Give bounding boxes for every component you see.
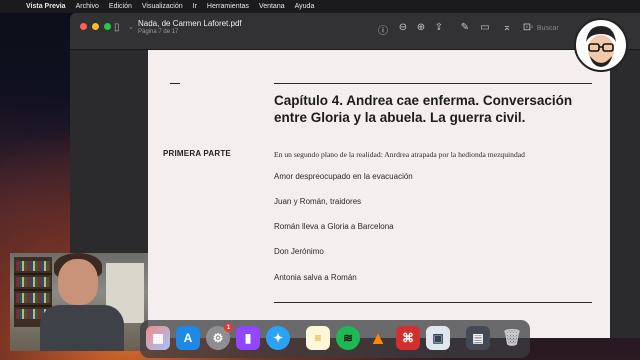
cartoon-face-icon: [586, 26, 616, 67]
avatar: [574, 18, 628, 72]
part-label: PRIMERA PARTE: [163, 149, 231, 158]
menu-bar: Vista Previa Archivo Edición Visualizaci…: [0, 0, 640, 13]
spotify-icon[interactable]: ≋: [336, 326, 360, 350]
document-title: Nada, de Carmen Laforet.pdf: [138, 19, 242, 28]
summary-item: Juan y Román, traidores: [274, 197, 362, 206]
summary-item: Antonia salva a Román: [274, 273, 357, 282]
pdf-page: PRIMERA PARTE Capítulo 4. Andrea cae enf…: [148, 50, 610, 338]
zoom-in-icon[interactable]: ⊕: [414, 22, 428, 33]
menu-edicion[interactable]: Edición: [109, 3, 132, 10]
menu-ventana[interactable]: Ventana: [259, 3, 285, 10]
dock: ▦ A ⚙ 1 ▮ ✦ ≡ ≋ ▲ ⌘ ▣ ▤ 🗑: [140, 320, 530, 358]
twitch-icon[interactable]: ▮: [236, 326, 260, 350]
notes-icon[interactable]: ≡: [306, 326, 330, 350]
app-store-icon[interactable]: A: [176, 326, 200, 350]
divider-short: [170, 83, 180, 84]
trash-icon[interactable]: 🗑: [500, 326, 524, 350]
page-indicator: Página 7 de 17: [138, 29, 179, 35]
search-icon: ⌕: [530, 24, 534, 31]
menu-herramientas[interactable]: Herramientas: [207, 3, 249, 10]
vlc-icon[interactable]: ▲: [366, 326, 390, 350]
divider-top: [274, 83, 592, 84]
menu-ir[interactable]: Ir: [193, 3, 197, 10]
safari-icon[interactable]: ✦: [266, 326, 290, 350]
launchpad-icon[interactable]: ▦: [146, 326, 170, 350]
preview-window: ▯ ⌄ Nada, de Carmen Laforet.pdf Página 7…: [70, 13, 640, 338]
screen-recorder-icon[interactable]: ▤: [466, 326, 490, 350]
summary-item: Román lleva a Gloria a Barcelona: [274, 222, 394, 231]
share-icon[interactable]: ⇪: [432, 22, 446, 33]
chapter-title: Capítulo 4. Andrea cae enferma. Conversa…: [274, 93, 573, 125]
pen-markup-icon[interactable]: ✎: [458, 22, 472, 33]
highlight-icon[interactable]: ⌅: [500, 22, 514, 33]
minimize-button[interactable]: [92, 23, 99, 30]
preview-icon[interactable]: ▣: [426, 326, 450, 350]
presenter-face: [58, 259, 98, 305]
menu-archivo[interactable]: Archivo: [76, 3, 99, 10]
rotate-icon[interactable]: ▭: [478, 22, 492, 33]
webcam-overlay: [10, 253, 148, 351]
window-toolbar: ▯ ⌄ Nada, de Carmen Laforet.pdf Página 7…: [70, 13, 640, 50]
system-preferences-icon[interactable]: ⚙ 1: [206, 323, 233, 350]
zoom-button[interactable]: [104, 23, 111, 30]
summary-item: En un segundo plano de la realidad: Anrd…: [274, 150, 525, 159]
acrobat-icon[interactable]: ⌘: [396, 326, 420, 350]
divider-bottom: [274, 302, 592, 303]
summary-item: Don Jerónimo: [274, 247, 324, 256]
app-menu[interactable]: Vista Previa: [26, 3, 66, 10]
presenter-body: [40, 305, 124, 351]
close-button[interactable]: [80, 23, 87, 30]
search-placeholder: Buscar: [536, 24, 559, 32]
zoom-out-icon[interactable]: ⊖: [396, 22, 410, 33]
document-canvas[interactable]: PRIMERA PARTE Capítulo 4. Andrea cae enf…: [70, 50, 640, 338]
info-icon[interactable]: ⓘ: [376, 22, 390, 37]
sidebar-toggle-icon[interactable]: ▯: [114, 22, 120, 33]
notification-badge: 1: [224, 323, 233, 332]
menu-visualizacion[interactable]: Visualización: [142, 3, 183, 10]
menu-ayuda[interactable]: Ayuda: [295, 3, 315, 10]
summary-item: Amor despreocupado en la evacuación: [274, 172, 413, 181]
chevron-down-icon[interactable]: ⌄: [128, 23, 134, 31]
